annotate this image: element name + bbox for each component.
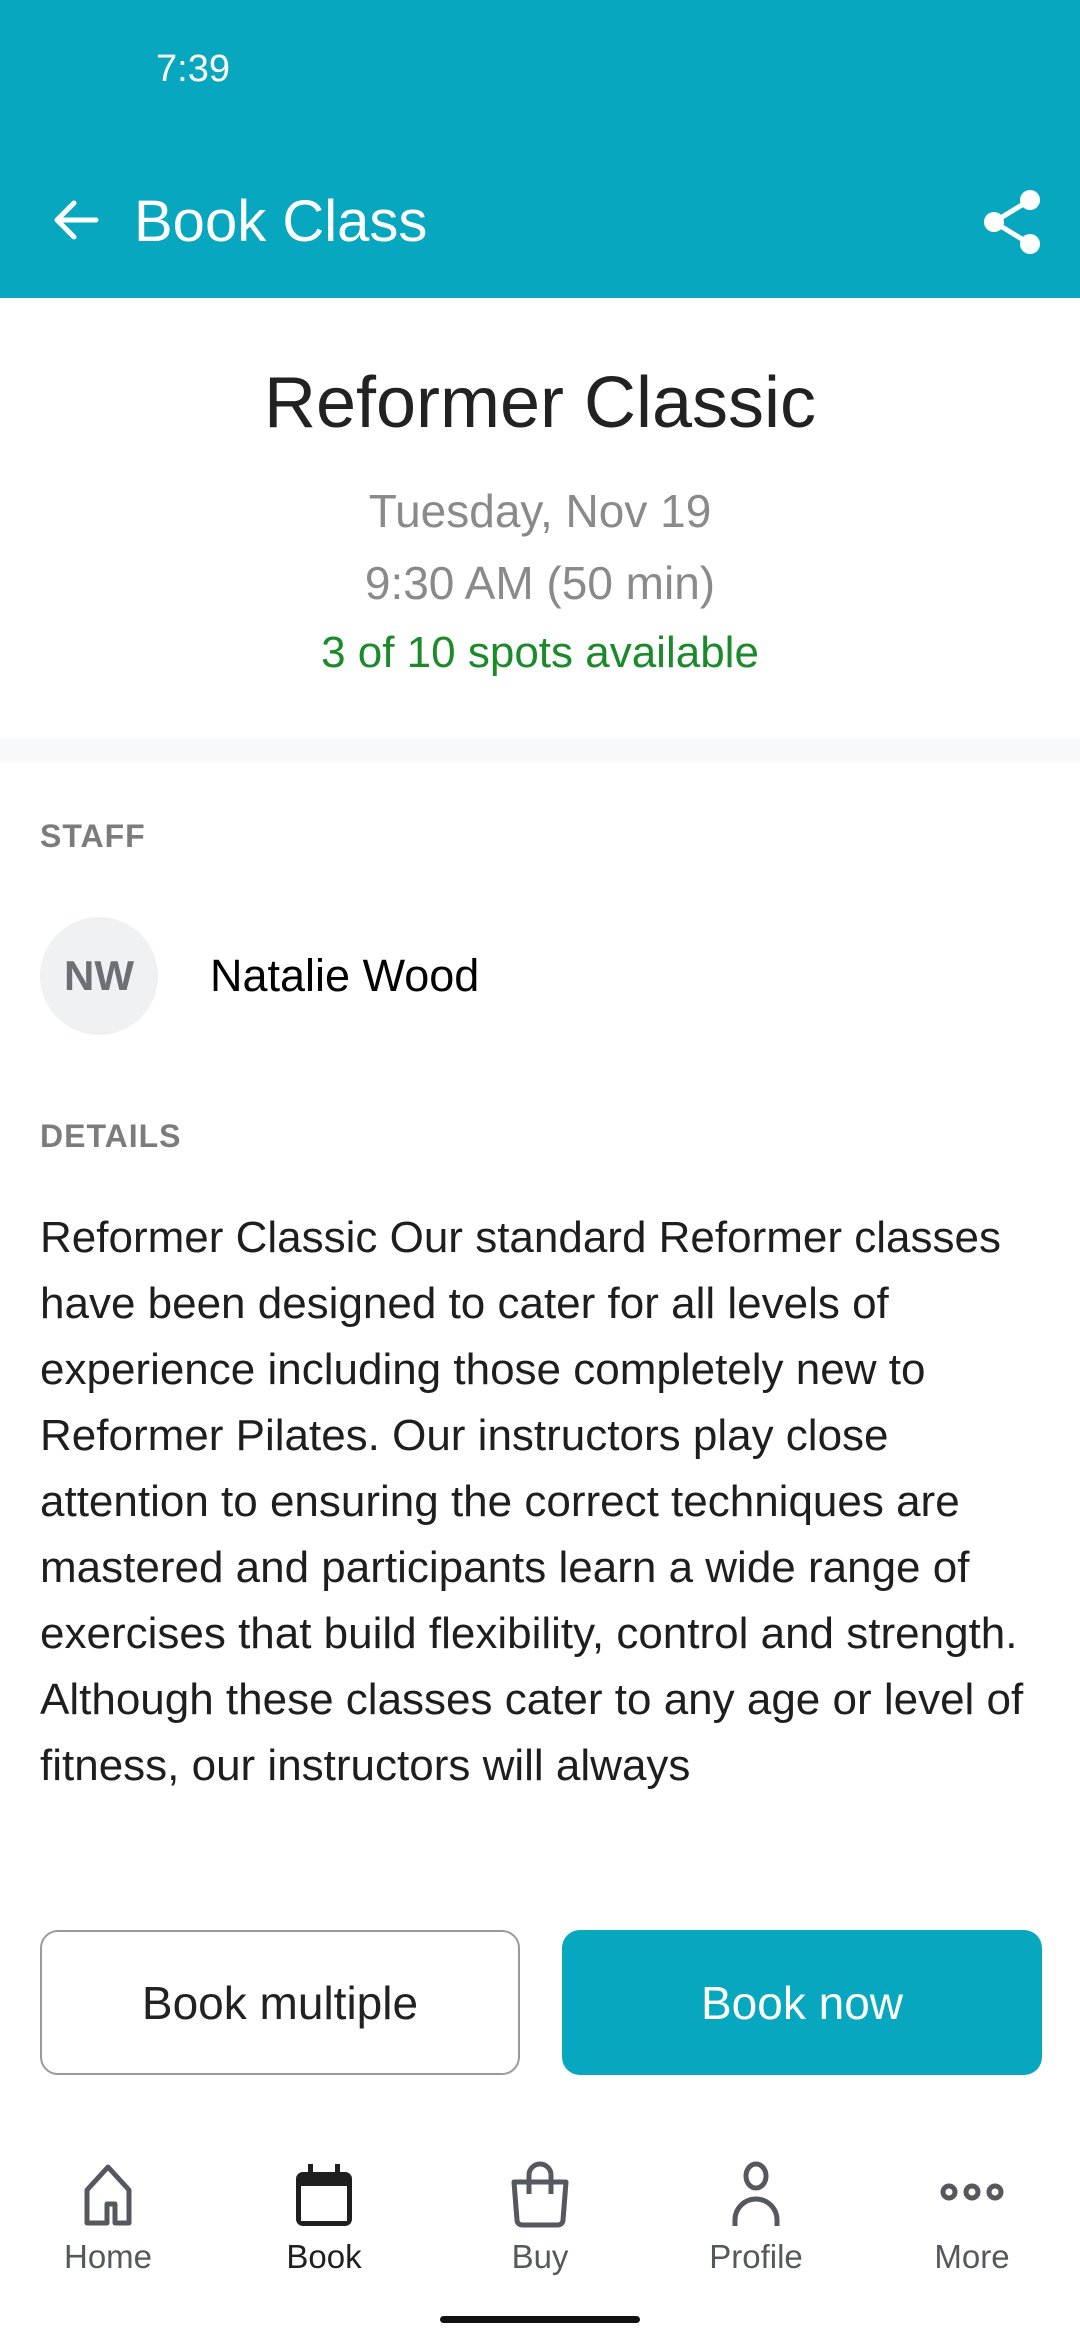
availability-text: 3 of 10 spots available xyxy=(321,628,759,677)
book-now-button[interactable]: Book now xyxy=(562,1930,1042,2075)
app-header: 7:39 Book Class xyxy=(0,0,1080,298)
section-divider xyxy=(0,738,1080,762)
arrow-left-icon[interactable] xyxy=(46,190,106,250)
details-section-label: DETAILS xyxy=(40,1118,182,1154)
avatar: NW xyxy=(40,917,158,1035)
nav-label: More xyxy=(934,2238,1010,2275)
nav-book[interactable]: Book xyxy=(216,2160,432,2276)
staff-section-label: STAFF xyxy=(40,818,146,854)
staff-name[interactable]: Natalie Wood xyxy=(210,950,479,1002)
person-icon xyxy=(732,2161,780,2226)
status-time: 7:39 xyxy=(156,48,230,90)
page-title: Book Class xyxy=(134,189,428,254)
shopping-bag-icon xyxy=(511,2161,569,2228)
calendar-icon xyxy=(296,2164,352,2226)
nav-buy[interactable]: Buy xyxy=(432,2160,648,2276)
nav-label: Home xyxy=(63,2238,153,2275)
class-date: Tuesday, Nov 19 xyxy=(368,485,712,537)
home-icon xyxy=(84,2164,132,2226)
home-indicator[interactable] xyxy=(440,2316,640,2323)
nav-profile[interactable]: Profile xyxy=(648,2160,864,2276)
class-description: Reformer Classic Our standard Reformer c… xyxy=(40,1213,1024,1790)
nav-label: Profile xyxy=(709,2238,803,2275)
book-multiple-button[interactable]: Book multiple xyxy=(40,1930,520,2075)
more-icon xyxy=(940,2183,1004,2201)
class-name: Reformer Classic xyxy=(263,363,817,443)
nav-more[interactable]: More xyxy=(864,2160,1080,2276)
nav-label: Book xyxy=(286,2238,362,2275)
nav-label: Buy xyxy=(511,2238,569,2275)
class-time: 9:30 AM (50 min) xyxy=(364,557,716,609)
share-icon[interactable] xyxy=(980,188,1044,256)
nav-home[interactable]: Home xyxy=(0,2160,216,2276)
